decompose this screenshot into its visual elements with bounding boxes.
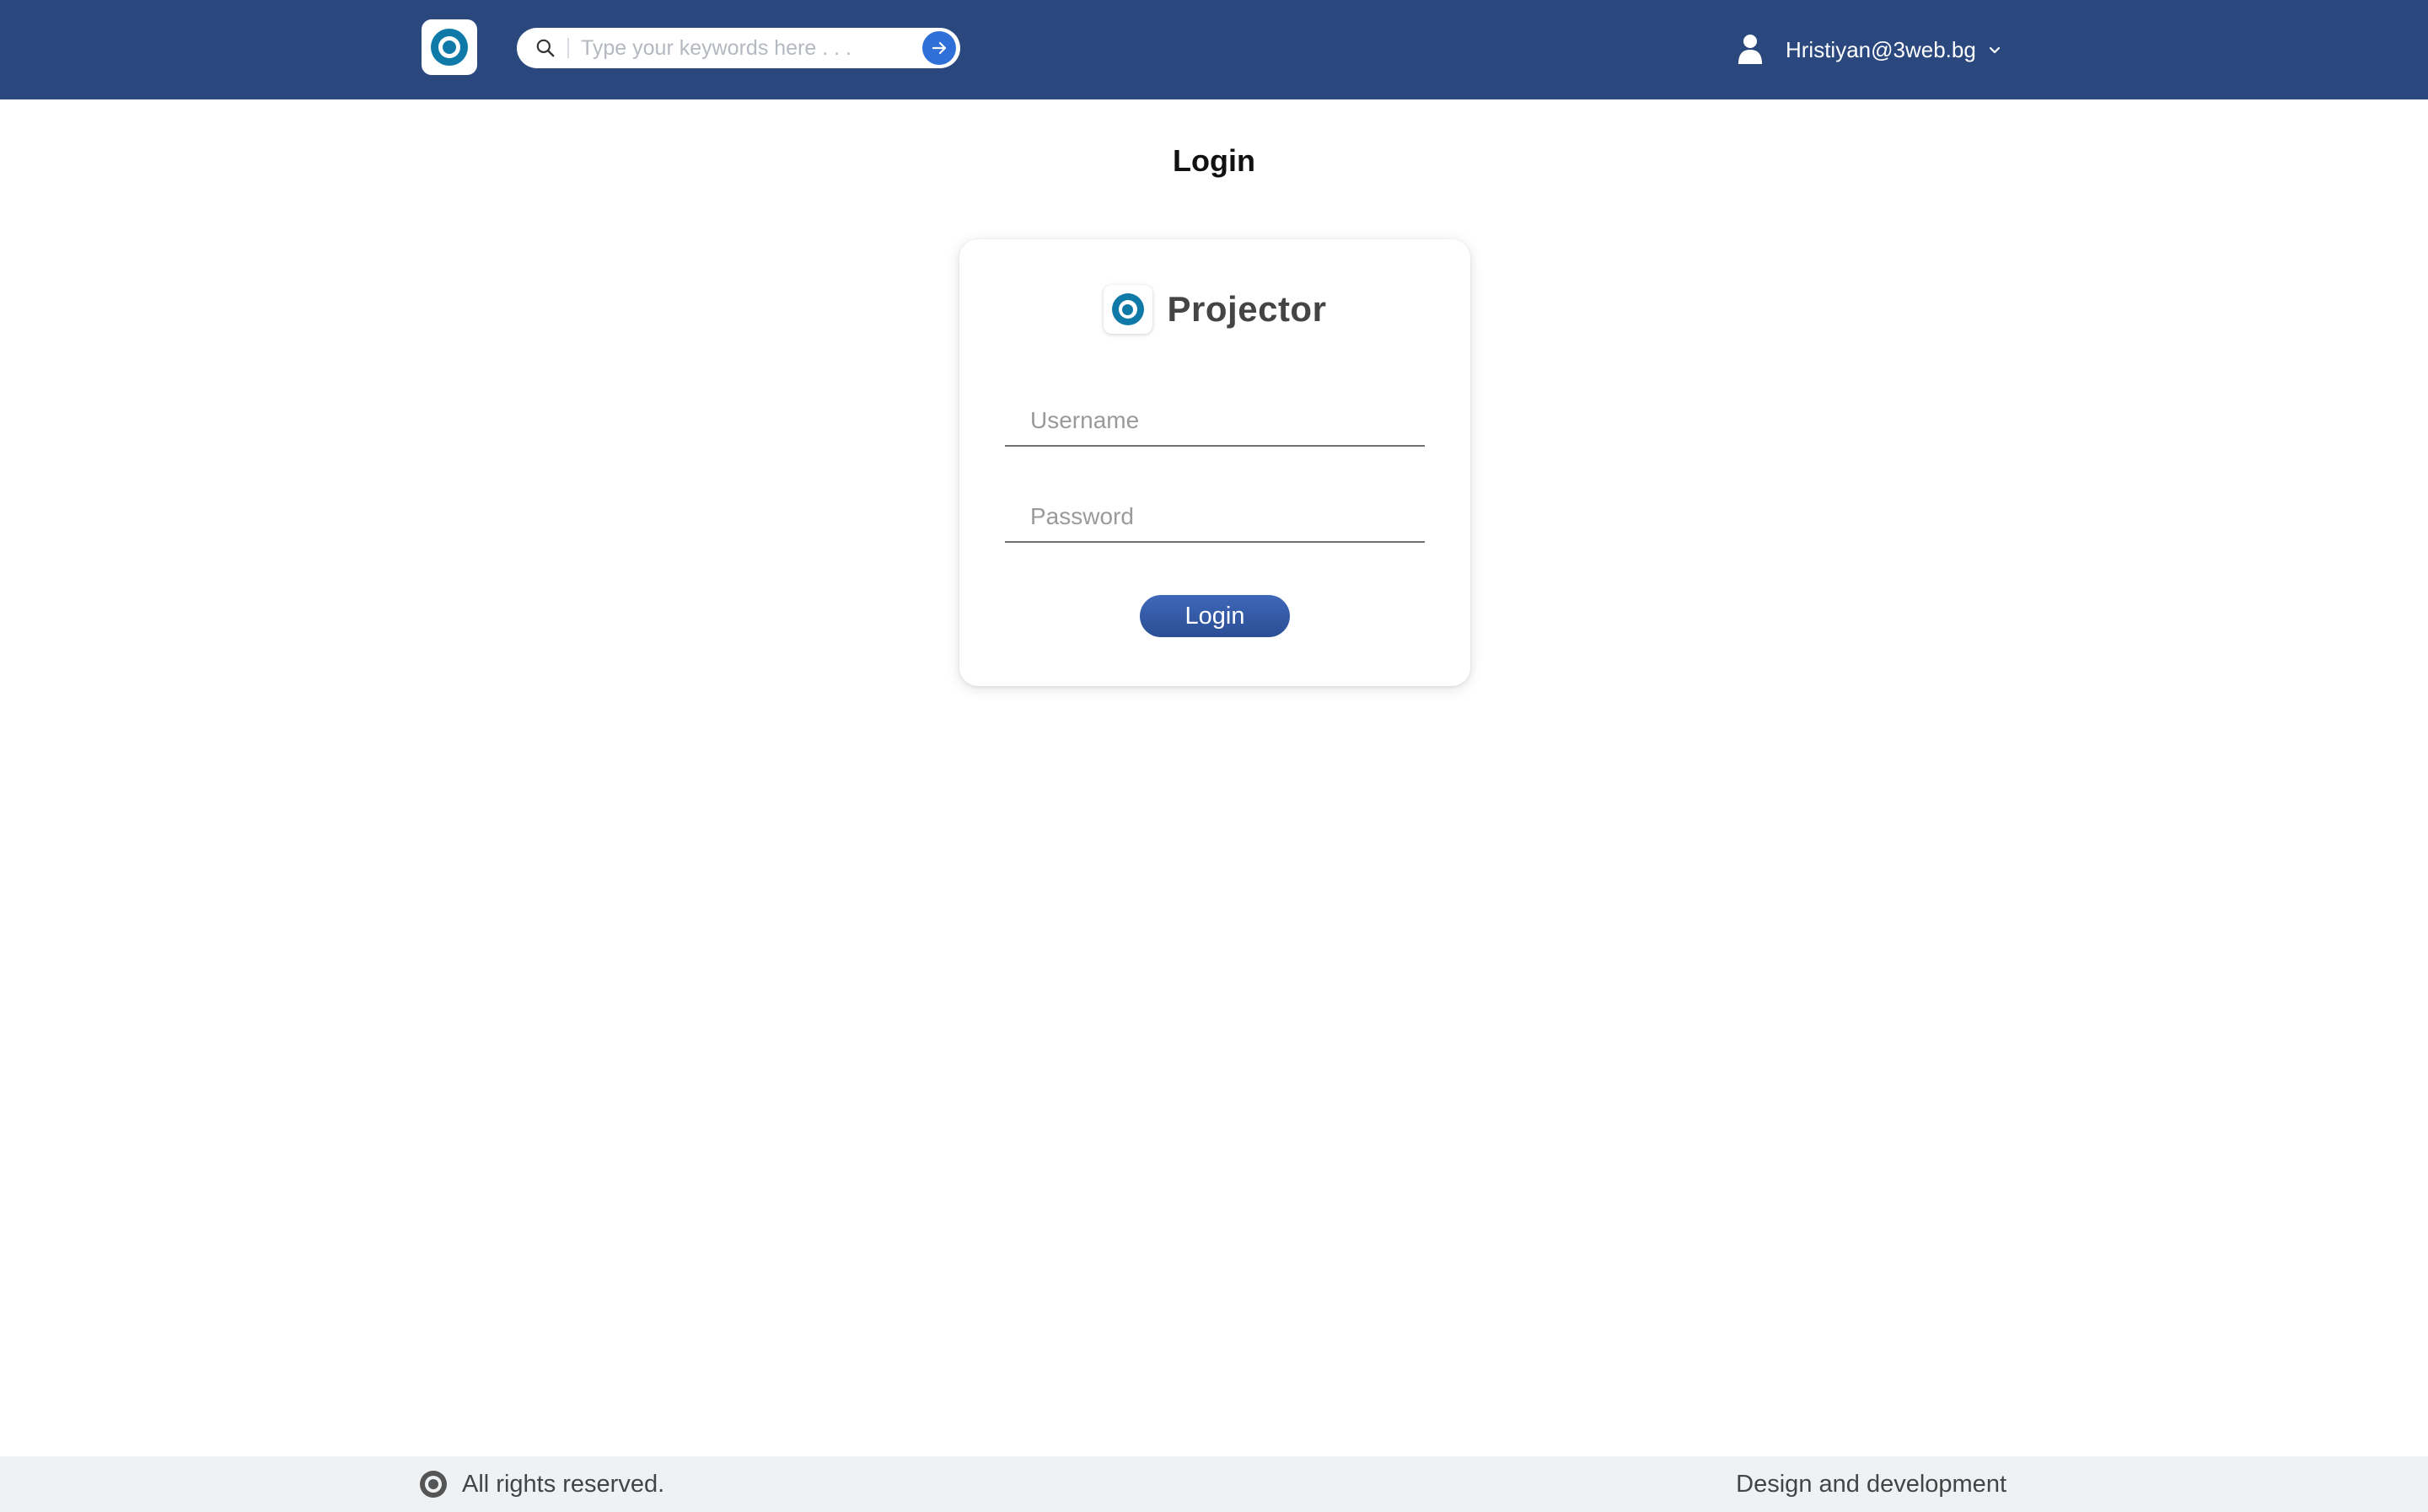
search-divider	[567, 38, 569, 58]
search-input[interactable]	[581, 31, 922, 65]
projector-logo-icon	[431, 29, 468, 66]
password-field-wrapper	[1005, 484, 1425, 543]
username-field-wrapper	[1005, 388, 1425, 447]
page: Hristiyan@3web.bg Login Projector Login	[0, 0, 2428, 1512]
app-logo-link[interactable]	[422, 19, 477, 75]
footer-credit: Design and development	[1736, 1470, 2006, 1498]
footer-rights: All rights reserved.	[462, 1470, 665, 1498]
top-navbar: Hristiyan@3web.bg	[0, 0, 2428, 99]
search-submit-button[interactable]	[922, 31, 956, 65]
user-email: Hristiyan@3web.bg	[1786, 36, 1976, 62]
login-button[interactable]: Login	[1140, 595, 1290, 637]
footer: All rights reserved. Design and developm…	[0, 1456, 2428, 1512]
user-menu[interactable]: Hristiyan@3web.bg	[1737, 30, 2003, 69]
password-input[interactable]	[1005, 484, 1425, 541]
projector-logo-icon	[1111, 293, 1144, 325]
page-title: Login	[1173, 143, 1255, 178]
brand-name: Projector	[1167, 289, 1327, 329]
search-icon	[525, 28, 566, 68]
footer-logo-icon	[420, 1471, 447, 1498]
brand-logo	[1103, 285, 1152, 334]
footer-left: All rights reserved.	[420, 1456, 664, 1512]
chevron-down-icon	[1986, 41, 2003, 58]
username-input[interactable]	[1005, 388, 1425, 445]
search-bar	[517, 28, 960, 68]
user-icon	[1737, 33, 1764, 67]
arrow-right-icon	[932, 41, 947, 55]
brand: Projector	[959, 283, 1470, 335]
